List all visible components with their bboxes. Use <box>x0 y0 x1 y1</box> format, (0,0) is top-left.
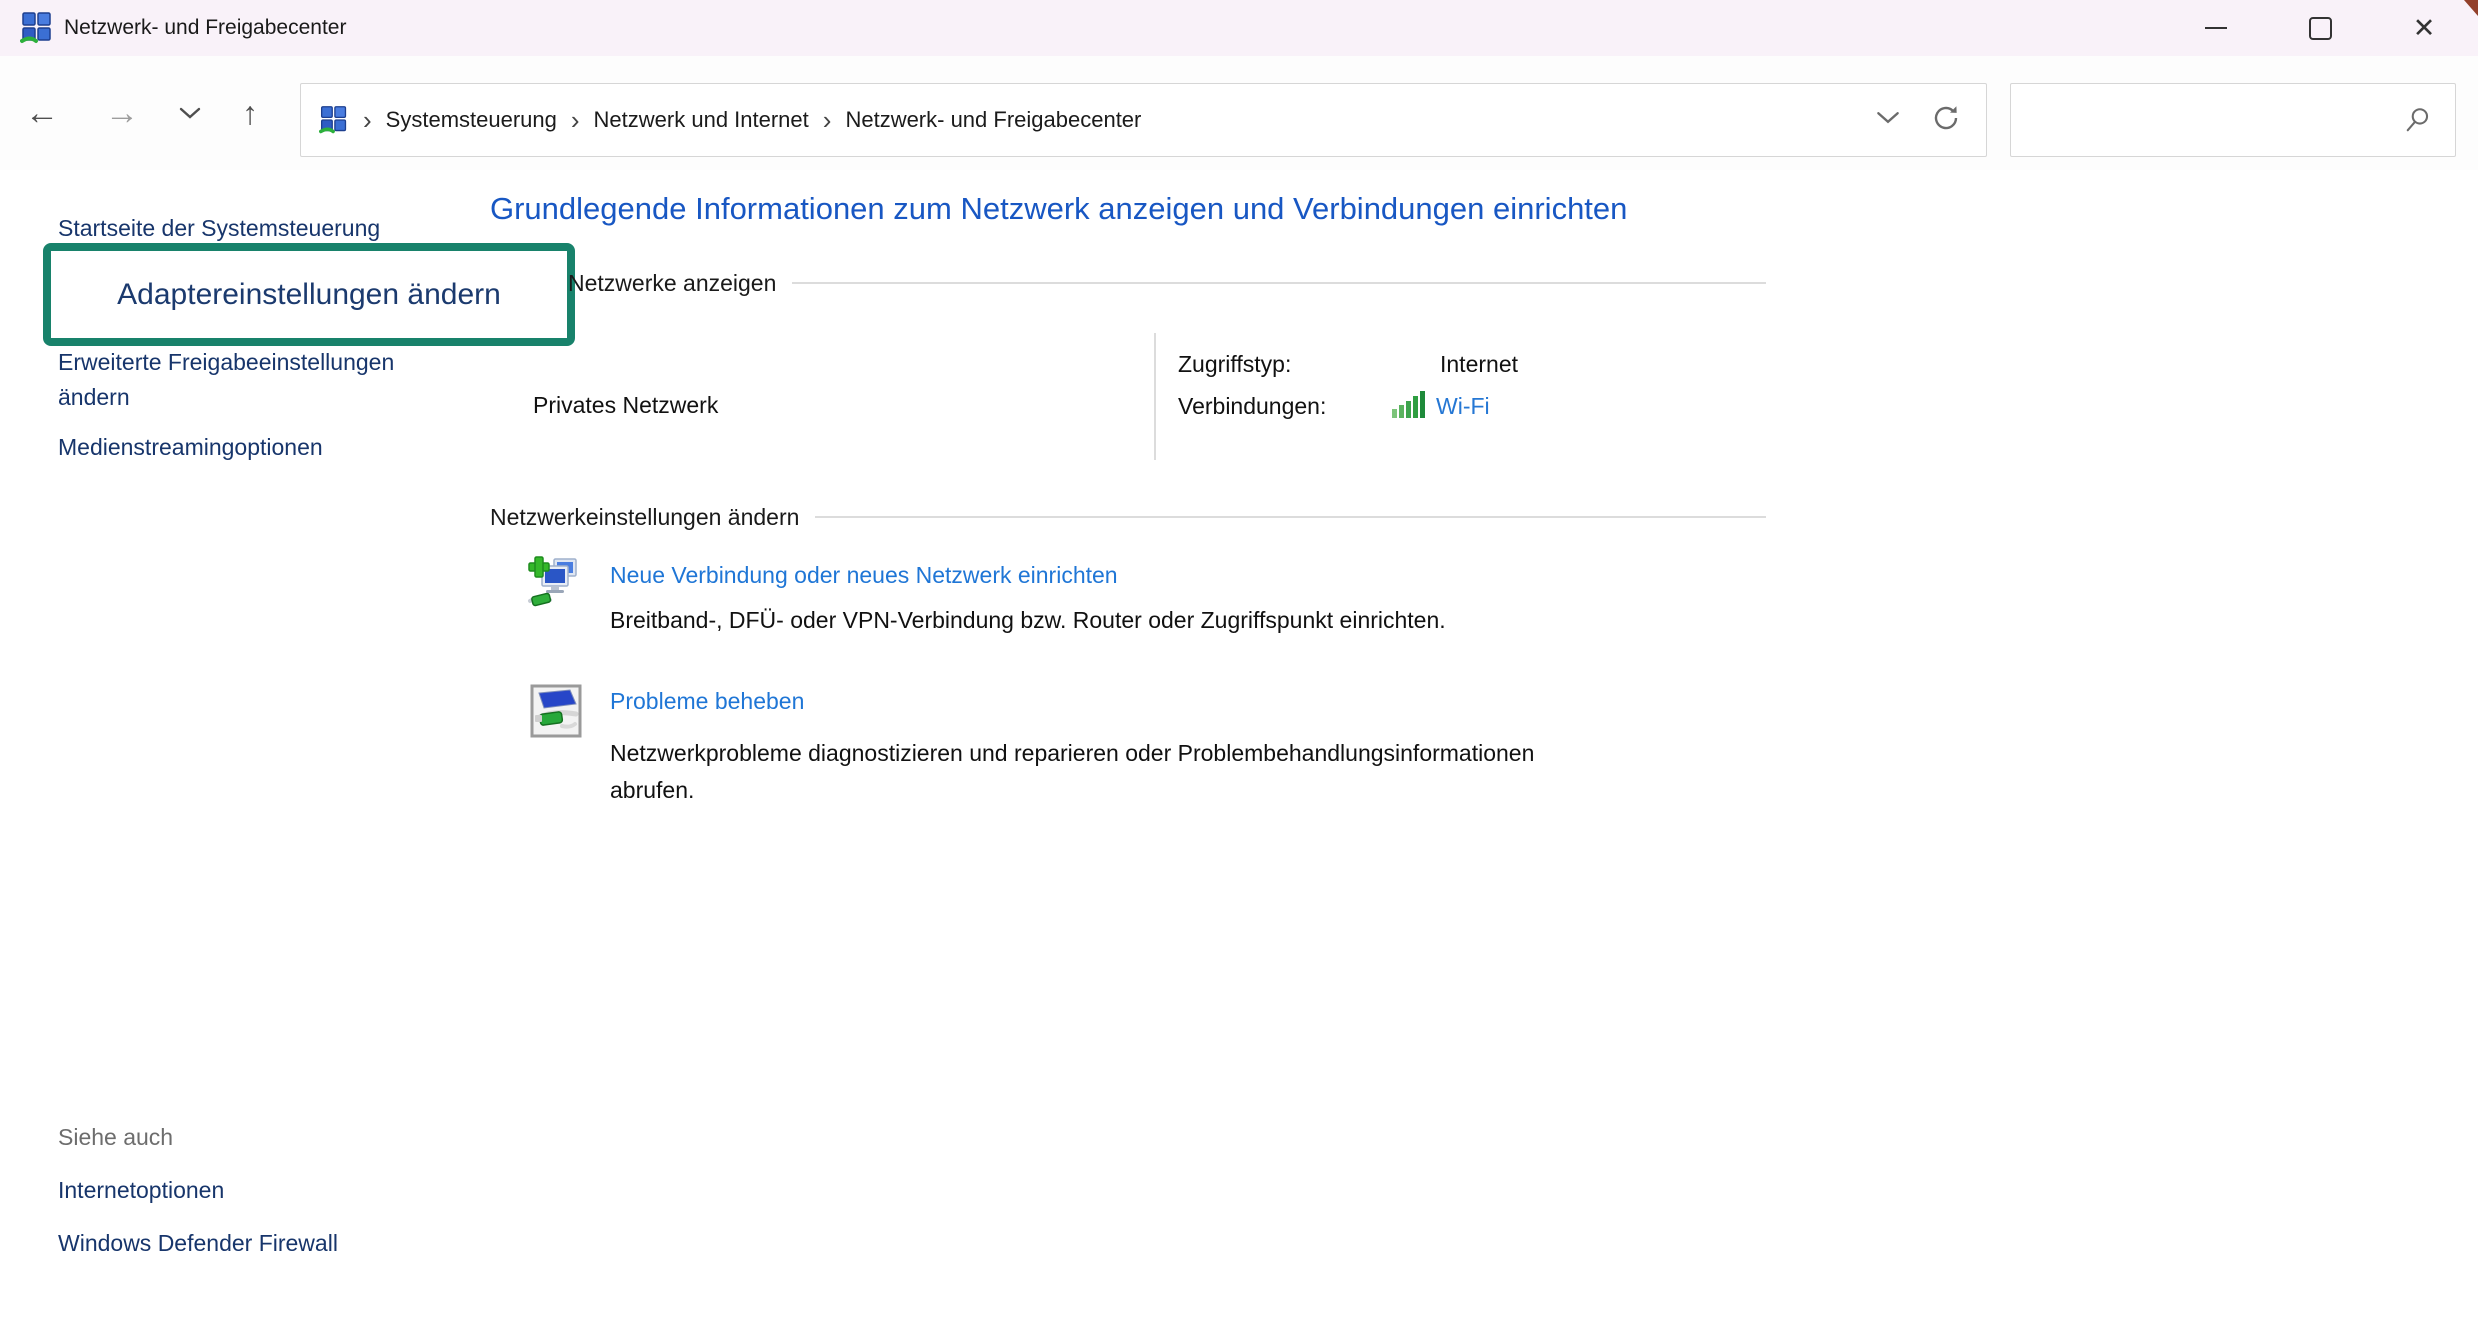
section-view-networks-header: Netzwerke anzeigen <box>568 269 1766 297</box>
troubleshoot-icon[interactable] <box>530 684 582 738</box>
access-type-label: Zugriffstyp: <box>1178 351 1291 378</box>
search-icon[interactable] <box>2403 106 2431 136</box>
up-icon: ↑ <box>242 95 258 132</box>
forward-button[interactable]: → <box>92 56 152 170</box>
refresh-button[interactable] <box>1930 102 1962 139</box>
up-button[interactable]: ↑ <box>220 56 280 170</box>
troubleshoot-link[interactable]: Probleme beheben <box>610 688 804 715</box>
close-button[interactable]: ✕ <box>2372 0 2476 56</box>
section-change-settings-header: Netzwerkeinstellungen ändern <box>490 503 1766 531</box>
address-dropdown-button[interactable] <box>1876 110 1900 130</box>
window-title: Netzwerk- und Freigabecenter <box>64 0 346 56</box>
wifi-signal-icon <box>1392 390 1430 420</box>
close-icon: ✕ <box>2413 15 2436 42</box>
recent-pages-button[interactable] <box>160 56 220 170</box>
search-box <box>2010 83 2456 157</box>
navigation-toolbar: ← → ↑ › Systemsteuerung › Netzwerk und I… <box>0 56 2478 170</box>
breadcrumb-netzwerk-und-internet[interactable]: Netzwerk und Internet <box>594 107 809 133</box>
access-type-value: Internet <box>1440 351 1518 378</box>
section-rule <box>815 516 1766 518</box>
section-title: Netzwerke anzeigen <box>568 270 776 297</box>
troubleshoot-description: Netzwerkprobleme diagnostizieren und rep… <box>610 735 1615 809</box>
chevron-down-icon <box>1876 110 1900 125</box>
breadcrumb-separator: › <box>823 107 832 133</box>
corner-artifact <box>2464 0 2478 16</box>
vertical-divider <box>1154 333 1156 460</box>
sidebar-item-media-streaming-options[interactable]: Medienstreamingoptionen <box>58 433 323 461</box>
breadcrumb-app-icon[interactable] <box>319 105 349 135</box>
network-sharing-center-window: Netzwerk- und Freigabecenter ✕ ← → ↑ › S… <box>0 0 2478 1339</box>
forward-icon: → <box>105 94 139 133</box>
chevron-down-icon <box>179 106 201 120</box>
sidebar-item-advanced-sharing-settings[interactable]: Erweiterte Freigabeeinstellungen ändern <box>58 345 418 415</box>
network-name: Privates Netzwerk <box>533 392 718 419</box>
maximize-icon <box>2309 17 2332 40</box>
back-button[interactable]: ← <box>12 56 72 170</box>
breadcrumb-systemsteuerung[interactable]: Systemsteuerung <box>386 107 557 133</box>
refresh-icon <box>1930 102 1962 134</box>
maximize-button[interactable] <box>2268 0 2372 56</box>
address-bar[interactable]: › Systemsteuerung › Netzwerk und Interne… <box>300 83 1987 157</box>
breadcrumb-separator: › <box>571 107 580 133</box>
wifi-connection-link[interactable]: Wi-Fi <box>1436 393 1490 420</box>
search-input[interactable] <box>2025 90 2399 150</box>
title-bar: Netzwerk- und Freigabecenter ✕ <box>0 0 2478 56</box>
sidebar-item-windows-defender-firewall[interactable]: Windows Defender Firewall <box>58 1229 338 1257</box>
see-also-header: Siehe auch <box>58 1124 173 1151</box>
section-rule <box>792 282 1766 284</box>
breadcrumb-separator: › <box>363 107 372 133</box>
sidebar-item-internet-options[interactable]: Internetoptionen <box>58 1176 224 1204</box>
section-title: Netzwerkeinstellungen ändern <box>490 504 799 531</box>
new-connection-icon[interactable] <box>526 551 582 609</box>
network-center-icon <box>20 11 54 45</box>
sidebar-item-change-adapter-settings[interactable]: Adaptereinstellungen ändern <box>117 278 501 312</box>
minimize-icon <box>2205 27 2227 29</box>
highlight-annotation-box: Adaptereinstellungen ändern <box>43 243 575 346</box>
minimize-button[interactable] <box>2164 0 2268 56</box>
nav-buttons: ← → ↑ <box>0 56 300 170</box>
breadcrumb-current-page[interactable]: Netzwerk- und Freigabecenter <box>845 107 1141 133</box>
page-title: Grundlegende Informationen zum Netzwerk … <box>490 191 1627 227</box>
sidebar-item-control-panel-home[interactable]: Startseite der Systemsteuerung <box>58 214 380 242</box>
new-connection-link[interactable]: Neue Verbindung oder neues Netzwerk einr… <box>610 562 1118 589</box>
new-connection-description: Breitband-, DFÜ- oder VPN-Verbindung bzw… <box>610 607 1446 634</box>
connections-label: Verbindungen: <box>1178 393 1326 420</box>
back-icon: ← <box>25 94 59 133</box>
